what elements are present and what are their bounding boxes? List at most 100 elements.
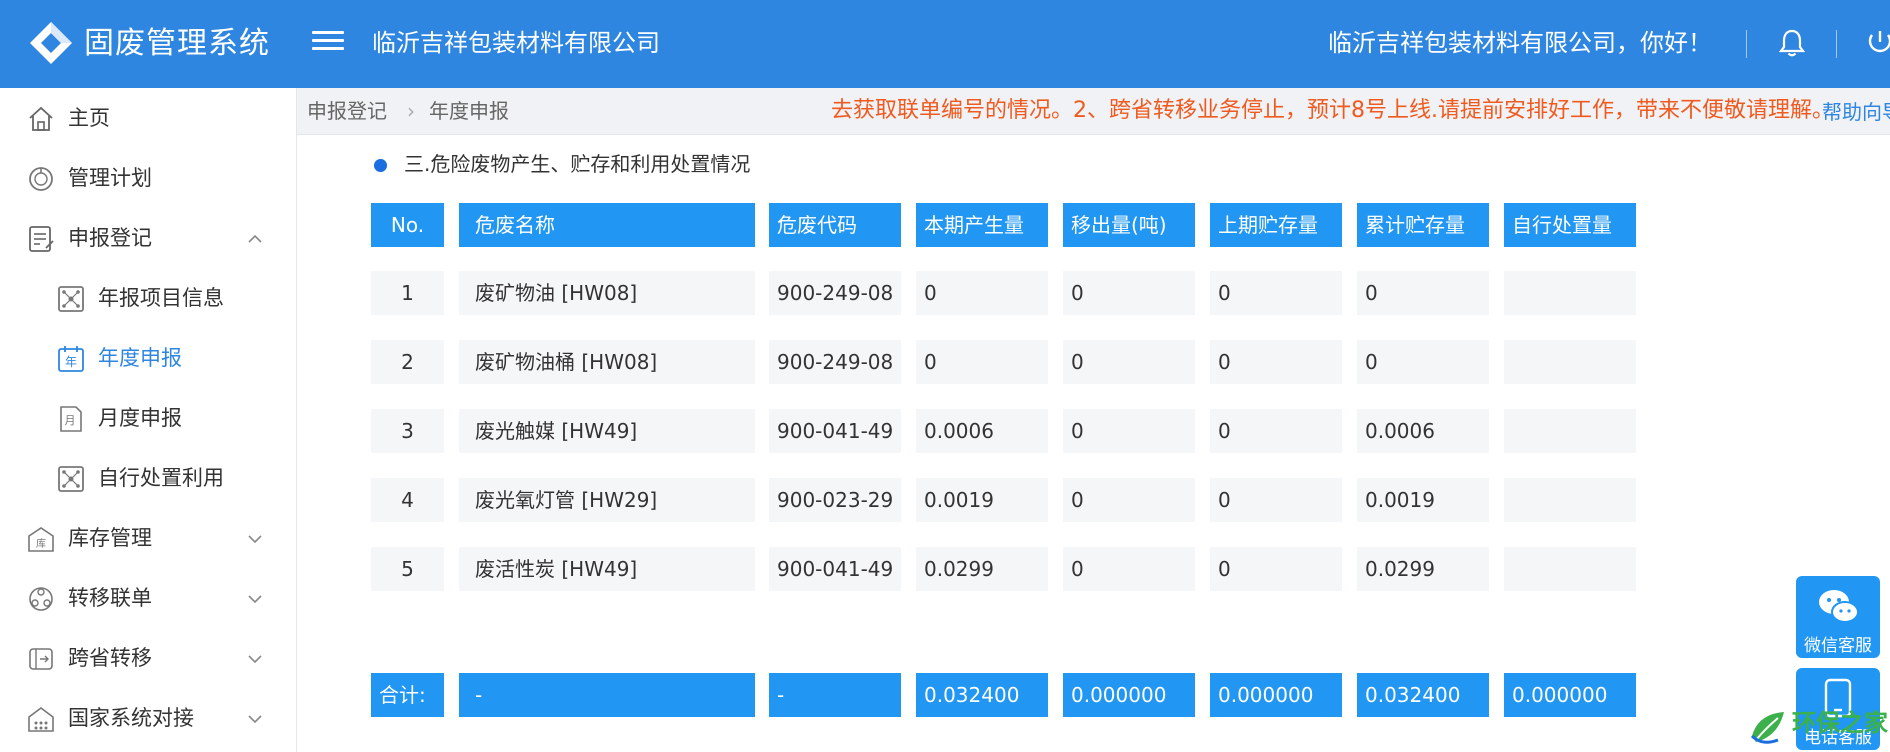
help-link-wrap: 帮助向导 bbox=[1822, 88, 1890, 134]
table-header-cell: 上期贮存量 bbox=[1210, 203, 1342, 247]
table-total-cell: - bbox=[459, 673, 755, 717]
table-cell bbox=[1504, 271, 1636, 315]
chevron-up-icon bbox=[248, 234, 262, 243]
breadcrumb-current: 年度申报 bbox=[429, 99, 509, 123]
sidebar-item-label: 跨省转移 bbox=[68, 646, 152, 670]
table-total-cell: 0.000000 bbox=[1504, 673, 1636, 717]
sidebar-item-project-info[interactable]: 年报项目信息 bbox=[0, 268, 296, 328]
table-cell: 0.0019 bbox=[916, 478, 1048, 522]
table-header-cell: 危废名称 bbox=[459, 203, 755, 247]
svg-text:库: 库 bbox=[36, 537, 46, 550]
table-cell bbox=[1504, 409, 1636, 453]
table-cell: 0 bbox=[1357, 271, 1489, 315]
table-cell: 0.0299 bbox=[916, 547, 1048, 591]
top-header: 固废管理系统 临沂吉祥包装材料有限公司 临沂吉祥包装材料有限公司，你好！ bbox=[0, 0, 1890, 88]
table-cell bbox=[1504, 478, 1636, 522]
table-total-cell: 0.000000 bbox=[1210, 673, 1342, 717]
sidebar-item-monthly[interactable]: 月 月度申报 bbox=[0, 388, 296, 448]
table-cell: 0 bbox=[1063, 340, 1195, 384]
sidebar-item-label: 库存管理 bbox=[68, 526, 152, 550]
sidebar-item-transfer[interactable]: 转移联单 bbox=[0, 568, 296, 628]
wechat-icon bbox=[1819, 590, 1859, 623]
table-cell: 900-249-08 bbox=[769, 271, 901, 315]
table-total-cell: 0.032400 bbox=[916, 673, 1048, 717]
sidebar-item-label: 转移联单 bbox=[68, 586, 152, 610]
sidebar-item-register[interactable]: 申报登记 bbox=[0, 208, 296, 268]
table-header-cell: 本期产生量 bbox=[916, 203, 1048, 247]
disposal-icon bbox=[58, 466, 84, 492]
sidebar-item-label: 申报登记 bbox=[68, 226, 152, 250]
table-cell: 0 bbox=[1063, 409, 1195, 453]
help-link[interactable]: 帮助向导 bbox=[1822, 98, 1890, 126]
table-cell: 0 bbox=[1210, 409, 1342, 453]
table-cell: 3 bbox=[371, 409, 444, 453]
table-cell: 废矿物油桶 [HW08] bbox=[459, 340, 755, 384]
table-total-cell: 0.032400 bbox=[1357, 673, 1489, 717]
national-system-icon bbox=[28, 707, 54, 732]
sidebar-item-annual[interactable]: 年 年度申报 bbox=[0, 328, 296, 388]
sidebar-item-label: 管理计划 bbox=[68, 166, 152, 190]
table-cell: 0 bbox=[1210, 478, 1342, 522]
table-total-cell: 合计: bbox=[371, 673, 444, 717]
header-divider bbox=[1836, 30, 1837, 58]
table-cell: 0 bbox=[1063, 271, 1195, 315]
plan-icon bbox=[29, 167, 53, 191]
hamburger-icon bbox=[312, 31, 344, 34]
svg-text:月: 月 bbox=[65, 414, 76, 427]
header-divider bbox=[1746, 30, 1747, 58]
sidebar-item-label: 年度申报 bbox=[98, 346, 182, 370]
wechat-service-button[interactable]: 微信客服 bbox=[1796, 576, 1880, 658]
sidebar-item-disposal[interactable]: 自行处置利用 bbox=[0, 448, 296, 508]
table-header-cell: 移出量(吨) bbox=[1063, 203, 1195, 247]
sidebar-item-national-system[interactable]: 国家系统对接 bbox=[0, 688, 296, 748]
sidebar-item-warehouse[interactable]: 库 库存管理 bbox=[0, 508, 296, 568]
power-icon[interactable] bbox=[1864, 28, 1890, 58]
project-info-icon bbox=[58, 286, 84, 312]
wechat-service-label: 微信客服 bbox=[1804, 636, 1872, 656]
watermark-text: 环保之家 bbox=[1792, 709, 1888, 737]
chevron-down-icon bbox=[248, 655, 262, 664]
table-cell: 废矿物油 [HW08] bbox=[459, 271, 755, 315]
table-cell: 0 bbox=[1357, 340, 1489, 384]
sidebar-item-plan[interactable]: 管理计划 bbox=[0, 148, 296, 208]
table-total-cell: 0.000000 bbox=[1063, 673, 1195, 717]
table-cell: 0.0299 bbox=[1357, 547, 1489, 591]
table-cell: 900-249-08 bbox=[769, 340, 901, 384]
bell-icon[interactable] bbox=[1778, 28, 1806, 58]
user-greeting: 临沂吉祥包装材料有限公司，你好！ bbox=[1328, 29, 1712, 57]
table-cell: 900-023-29 bbox=[769, 478, 901, 522]
svg-text:年: 年 bbox=[65, 355, 77, 369]
sidebar-item-label: 月度申报 bbox=[98, 406, 182, 430]
table-cell: 废光氧灯管 [HW29] bbox=[459, 478, 755, 522]
table-cell: 2 bbox=[371, 340, 444, 384]
notice-marquee: 去获取联单编号的情况。2、跨省转移业务停止，预计8号上线.请提前安排好工作，带来… bbox=[562, 88, 1890, 134]
table-cell: 5 bbox=[371, 547, 444, 591]
transfer-icon bbox=[29, 587, 53, 611]
table-cell: 0 bbox=[1210, 340, 1342, 384]
breadcrumb-item[interactable]: 申报登记 bbox=[307, 96, 387, 126]
sidebar-item-label: 自行处置利用 bbox=[98, 466, 224, 490]
warehouse-icon: 库 bbox=[28, 527, 54, 552]
table-cell: 0.0006 bbox=[1357, 409, 1489, 453]
table-header-cell: No. bbox=[371, 203, 444, 247]
home-icon bbox=[29, 106, 53, 131]
sidebar-item-home[interactable]: 主页 bbox=[0, 88, 296, 148]
leaf-logo-icon bbox=[1750, 712, 1784, 744]
notice-text: 去获取联单编号的情况。2、跨省转移业务停止，预计8号上线.请提前安排好工作，带来… bbox=[831, 98, 1834, 123]
logo-icon bbox=[30, 22, 72, 64]
table-cell: 0.0019 bbox=[1357, 478, 1489, 522]
chevron-down-icon bbox=[248, 535, 262, 544]
table-cell: 0 bbox=[1210, 547, 1342, 591]
table-cell: 0 bbox=[916, 271, 1048, 315]
breadcrumb-bar: 申报登记 › 年度申报 去获取联单编号的情况。2、跨省转移业务停止，预计8号上线… bbox=[297, 88, 1890, 135]
chevron-down-icon bbox=[248, 595, 262, 604]
table-cell: 0 bbox=[1063, 478, 1195, 522]
table-cell: 0 bbox=[1210, 271, 1342, 315]
section-bullet-icon bbox=[374, 159, 387, 172]
table-cell bbox=[1504, 340, 1636, 384]
sidebar-item-label: 国家系统对接 bbox=[68, 706, 194, 730]
sidebar-item-cross-province[interactable]: 跨省转移 bbox=[0, 628, 296, 688]
menu-toggle-button[interactable] bbox=[312, 26, 344, 58]
table-header-cell: 危废代码 bbox=[769, 203, 901, 247]
table-total-cell: - bbox=[769, 673, 901, 717]
